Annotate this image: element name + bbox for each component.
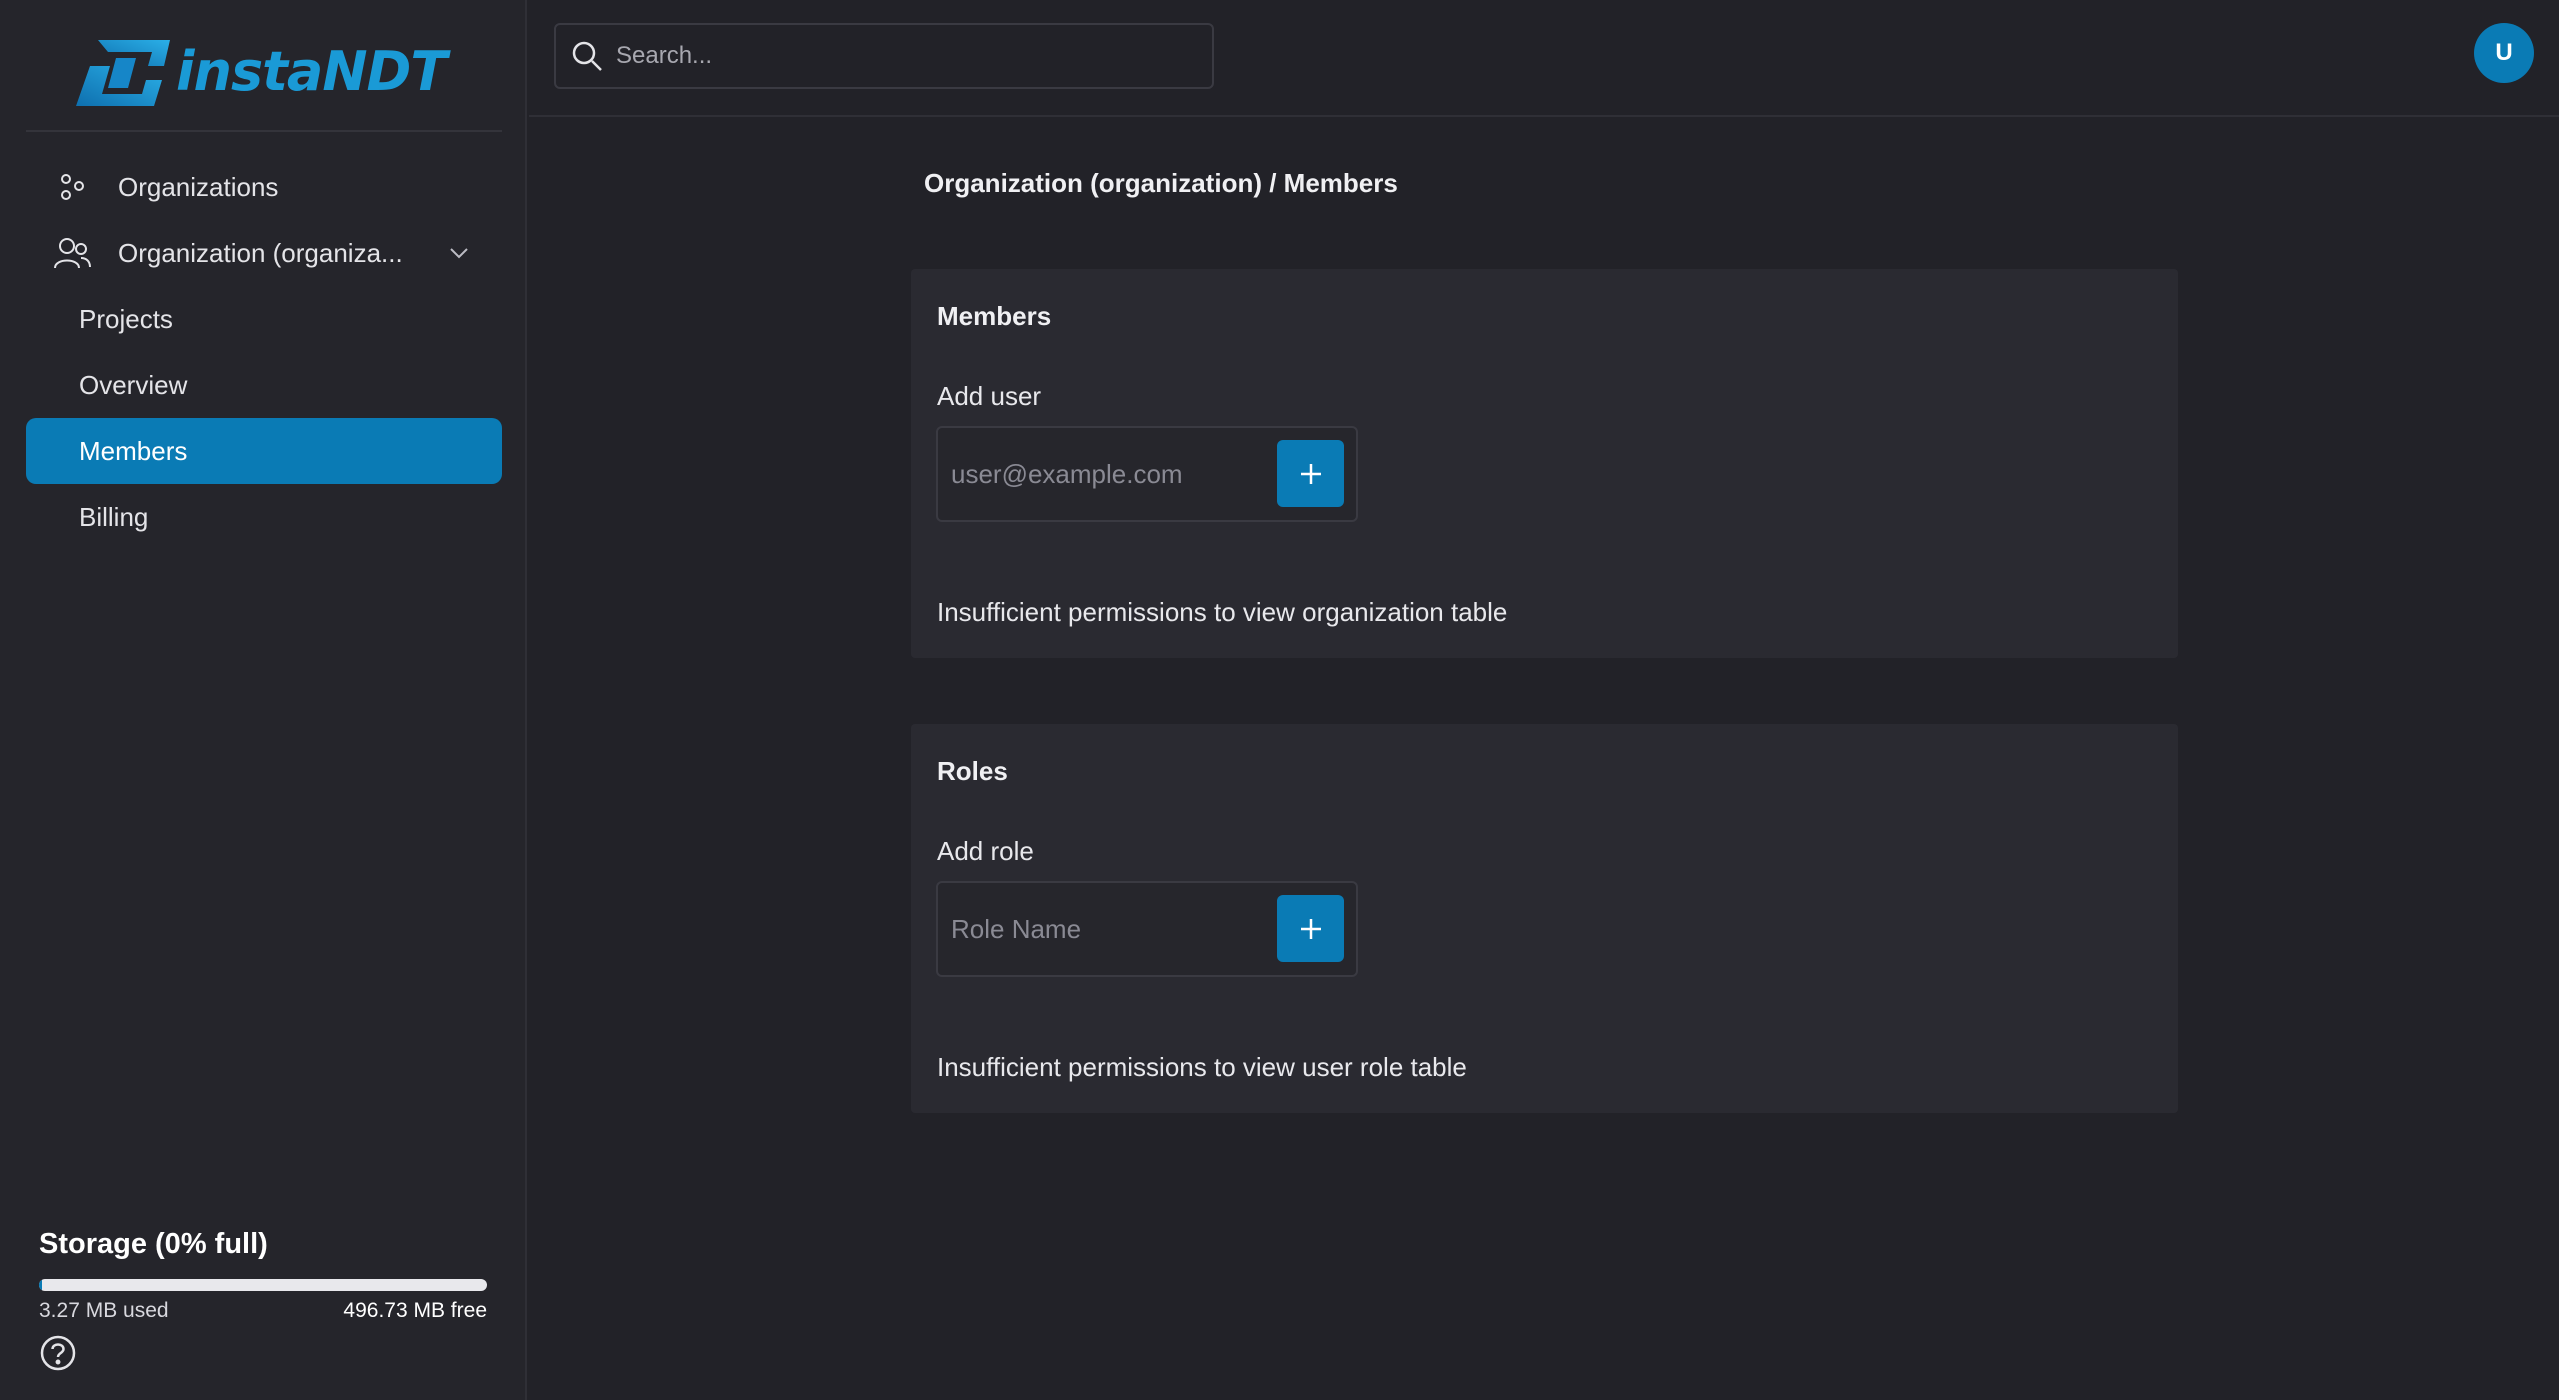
- chevron-down-icon[interactable]: [448, 242, 470, 264]
- add-user-label: Add user: [937, 381, 1042, 411]
- storage-free: 496.73 MB free: [343, 1299, 487, 1322]
- sidebar-item-label: Organization (organiza...: [118, 237, 403, 268]
- add-user-group: [936, 426, 1358, 522]
- sidebar-nav: Organizations Organization (organiza... …: [26, 154, 502, 550]
- breadcrumb: Organization (organization) / Members: [924, 168, 1398, 198]
- add-role-button[interactable]: [1277, 895, 1344, 962]
- roles-card-title: Roles: [937, 756, 1008, 786]
- storage-widget: Storage (0% full) 3.27 MB used 496.73 MB…: [39, 1228, 487, 1323]
- sidebar-item-billing[interactable]: Billing: [26, 484, 502, 550]
- members-card-title: Members: [937, 301, 1052, 331]
- sidebar-item-label: Billing: [79, 501, 149, 532]
- add-role-name-input[interactable]: [951, 913, 1261, 945]
- sidebar-item-label: Organizations: [118, 171, 279, 202]
- search-input[interactable]: [616, 42, 1176, 70]
- brand-logo[interactable]: instaNDT: [76, 36, 447, 106]
- members-card: Members Add user Insufficient permission…: [911, 269, 2178, 658]
- sidebar-item-members[interactable]: Members: [26, 418, 502, 484]
- plus-icon: [1300, 463, 1321, 484]
- sidebar-item-organizations[interactable]: Organizations: [26, 154, 502, 220]
- search-icon: [572, 41, 602, 71]
- add-role-group: [936, 881, 1358, 977]
- sidebar-item-label: Members: [79, 435, 188, 466]
- storage-used: 3.27 MB used: [39, 1299, 169, 1322]
- storage-progress-bar: [39, 1279, 487, 1291]
- storage-title: Storage (0% full): [39, 1228, 268, 1260]
- sidebar-item-projects[interactable]: Projects: [26, 286, 502, 352]
- add-user-email-input[interactable]: [951, 458, 1261, 490]
- help-icon[interactable]: [39, 1334, 77, 1372]
- brand-name: instaNDT: [176, 39, 447, 103]
- roles-card: Roles Add role Insufficient permissions …: [911, 724, 2178, 1113]
- top-bar: U: [529, 0, 2559, 117]
- add-user-button[interactable]: [1277, 440, 1344, 507]
- add-role-label: Add role: [937, 836, 1034, 866]
- users-icon: [52, 233, 92, 273]
- sidebar-item-overview[interactable]: Overview: [26, 352, 502, 418]
- storage-progress-fill: [39, 1279, 42, 1291]
- roles-permission-message: Insufficient permissions to view user ro…: [937, 1052, 1467, 1082]
- sidebar-item-label: Overview: [79, 369, 188, 400]
- sidebar-divider: [26, 130, 502, 132]
- members-permission-message: Insufficient permissions to view organiz…: [937, 597, 1508, 627]
- plus-icon: [1300, 918, 1321, 939]
- sidebar-item-label: Projects: [79, 303, 173, 334]
- user-avatar[interactable]: U: [2474, 23, 2534, 83]
- organizations-icon: [52, 167, 92, 207]
- sidebar-item-organization[interactable]: Organization (organiza...: [26, 220, 502, 286]
- search-box[interactable]: [554, 23, 1214, 89]
- sidebar: instaNDT Organizations Organization (org…: [0, 0, 527, 1400]
- logo-icon: [76, 40, 170, 106]
